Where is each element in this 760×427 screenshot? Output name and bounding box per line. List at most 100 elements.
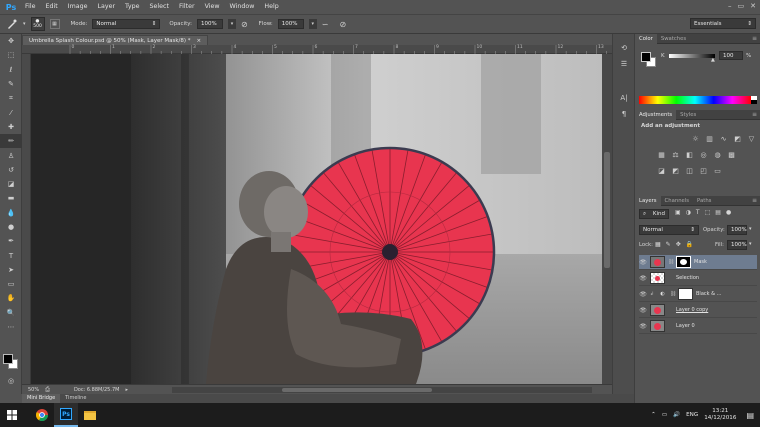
- gradient-map-icon[interactable]: ▭: [713, 166, 722, 175]
- brush-preset-picker[interactable]: ● 500: [30, 17, 45, 31]
- menu-edit[interactable]: Edit: [41, 0, 63, 14]
- pressure-opacity-icon[interactable]: ⊘: [241, 20, 248, 29]
- selective-color-icon[interactable]: ◰: [699, 166, 708, 175]
- menu-type[interactable]: Type: [120, 0, 144, 14]
- smart-object-filter-icon[interactable]: ▤: [715, 209, 721, 216]
- quick-select-tool-icon[interactable]: ✎: [0, 77, 22, 91]
- k-value-input[interactable]: 100: [719, 51, 743, 60]
- lock-all-icon[interactable]: 🔒: [686, 241, 693, 248]
- panel-fg-swatch[interactable]: [641, 52, 651, 62]
- layer-filter-select[interactable]: ⌕ Kind: [639, 209, 669, 219]
- mask-link-icon[interactable]: ⛓: [670, 291, 676, 297]
- color-lookup-icon[interactable]: ▩: [727, 150, 736, 159]
- vibrance-icon[interactable]: ▽: [747, 134, 756, 143]
- opacity-arrow-icon[interactable]: ▾: [749, 226, 752, 232]
- maximize-button[interactable]: ▭: [738, 2, 745, 10]
- layer-row-mask[interactable]: 👁 ⛓ Mask: [639, 255, 757, 270]
- mask-link-icon[interactable]: ⛓: [668, 259, 674, 265]
- tab-paths[interactable]: Paths: [693, 196, 715, 206]
- foreground-color-swatch[interactable]: [3, 354, 13, 364]
- healing-brush-tool-icon[interactable]: ✚: [0, 120, 22, 134]
- document-canvas[interactable]: [31, 54, 602, 384]
- tab-styles[interactable]: Styles: [676, 110, 700, 120]
- color-spectrum[interactable]: [639, 96, 751, 104]
- dropdown-arrow-icon[interactable]: ▾: [23, 21, 26, 27]
- curves-icon[interactable]: ∿: [719, 134, 728, 143]
- tab-timeline[interactable]: Timeline: [60, 394, 91, 403]
- exposure-icon[interactable]: ◩: [733, 134, 742, 143]
- minimize-button[interactable]: –: [728, 2, 732, 10]
- menu-filter[interactable]: Filter: [174, 0, 200, 14]
- blend-mode-select[interactable]: Normal ⇕: [639, 225, 699, 235]
- language-indicator[interactable]: ENG: [686, 412, 698, 418]
- menu-layer[interactable]: Layer: [92, 0, 120, 14]
- fill-input[interactable]: 100%: [727, 240, 747, 250]
- levels-icon[interactable]: ▥: [705, 134, 714, 143]
- layer-row-layer-0-copy[interactable]: 👁 Layer 0 copy: [639, 303, 757, 318]
- adjustment-filter-icon[interactable]: ◑: [686, 209, 691, 216]
- move-tool-icon[interactable]: ✥: [0, 34, 22, 48]
- menu-select[interactable]: Select: [145, 0, 174, 14]
- chrome-taskbar-button[interactable]: [30, 403, 54, 427]
- history-brush-tool-icon[interactable]: ↺: [0, 163, 22, 177]
- layer-opacity-input[interactable]: 100%: [727, 225, 747, 235]
- tray-up-arrow-icon[interactable]: ⌃: [651, 412, 656, 418]
- invert-icon[interactable]: ◪: [657, 166, 666, 175]
- visibility-eye-icon[interactable]: 👁: [639, 323, 647, 330]
- visibility-eye-icon[interactable]: 👁: [639, 307, 647, 314]
- volume-icon[interactable]: 🔊: [673, 412, 680, 418]
- layer-row-selection[interactable]: 👁 Selection: [639, 271, 757, 286]
- menu-image[interactable]: Image: [63, 0, 93, 14]
- flow-slider-arrow-icon[interactable]: ▾: [308, 19, 317, 29]
- document-tab[interactable]: Umbrella Splash Colour.psd @ 50% (Mask, …: [22, 35, 209, 45]
- rectangle-tool-icon[interactable]: ▭: [0, 277, 22, 291]
- k-slider-handle-icon[interactable]: ▲: [711, 57, 715, 63]
- pixel-filter-icon[interactable]: ▣: [675, 209, 681, 216]
- black-white-swatches[interactable]: [751, 96, 757, 104]
- type-tool-icon[interactable]: T: [0, 248, 22, 262]
- tab-swatches[interactable]: Swatches: [657, 34, 690, 44]
- airbrush-icon[interactable]: ∽: [322, 20, 329, 29]
- hue-saturation-icon[interactable]: ▦: [657, 150, 666, 159]
- status-menu-arrow-icon[interactable]: ▸: [125, 387, 128, 393]
- panel-menu-icon[interactable]: ≡: [752, 35, 760, 42]
- shape-filter-icon[interactable]: ⬚: [705, 209, 711, 216]
- marquee-tool-icon[interactable]: ⬚: [0, 48, 22, 62]
- gradient-tool-icon[interactable]: ▬: [0, 191, 22, 205]
- horizontal-scrollbar[interactable]: [172, 387, 592, 393]
- layer-mask-thumbnail[interactable]: [676, 256, 691, 268]
- pressure-size-icon[interactable]: ⊘: [339, 20, 346, 29]
- channel-mixer-icon[interactable]: ◍: [713, 150, 722, 159]
- threshold-icon[interactable]: ◫: [685, 166, 694, 175]
- lock-image-icon[interactable]: ✎: [666, 241, 671, 248]
- doc-info[interactable]: Doc: 6.88M/25.7M: [74, 387, 120, 393]
- mode-select[interactable]: Normal ⇕: [92, 19, 161, 29]
- workspace-select[interactable]: Essentials ⇕: [690, 18, 756, 29]
- brightness-contrast-icon[interactable]: ☼: [691, 134, 700, 143]
- tab-color[interactable]: Color: [635, 33, 657, 44]
- path-selection-tool-icon[interactable]: ➤: [0, 263, 22, 277]
- visibility-eye-icon[interactable]: 👁: [639, 259, 647, 266]
- black-white-icon[interactable]: ◧: [685, 150, 694, 159]
- color-balance-icon[interactable]: ⚖: [671, 150, 680, 159]
- lock-position-icon[interactable]: ✥: [676, 241, 681, 248]
- tab-adjustments[interactable]: Adjustments: [635, 109, 677, 120]
- close-button[interactable]: ✕: [750, 2, 756, 10]
- brush-tool-icon[interactable]: [6, 19, 18, 29]
- brush-presets-icon[interactable]: A|: [613, 90, 635, 106]
- photo-filter-icon[interactable]: ◎: [699, 150, 708, 159]
- color-swatches[interactable]: [3, 354, 19, 370]
- quick-mask-icon[interactable]: ◎: [0, 374, 22, 388]
- photoshop-taskbar-button[interactable]: Ps: [54, 403, 78, 427]
- tab-mini-bridge[interactable]: Mini Bridge: [22, 394, 61, 403]
- k-slider[interactable]: [669, 54, 715, 58]
- eraser-tool-icon[interactable]: ◪: [0, 177, 22, 191]
- edit-toolbar-icon[interactable]: ⋯: [0, 320, 22, 334]
- opacity-input[interactable]: 100%: [196, 19, 223, 29]
- pen-tool-icon[interactable]: ✒: [0, 234, 22, 248]
- layer-mask-thumbnail[interactable]: [678, 288, 693, 300]
- fill-arrow-icon[interactable]: ▾: [749, 241, 752, 247]
- hand-tool-icon[interactable]: ✋: [0, 291, 22, 305]
- zoom-level[interactable]: 50%: [28, 387, 39, 393]
- start-button[interactable]: [0, 403, 24, 427]
